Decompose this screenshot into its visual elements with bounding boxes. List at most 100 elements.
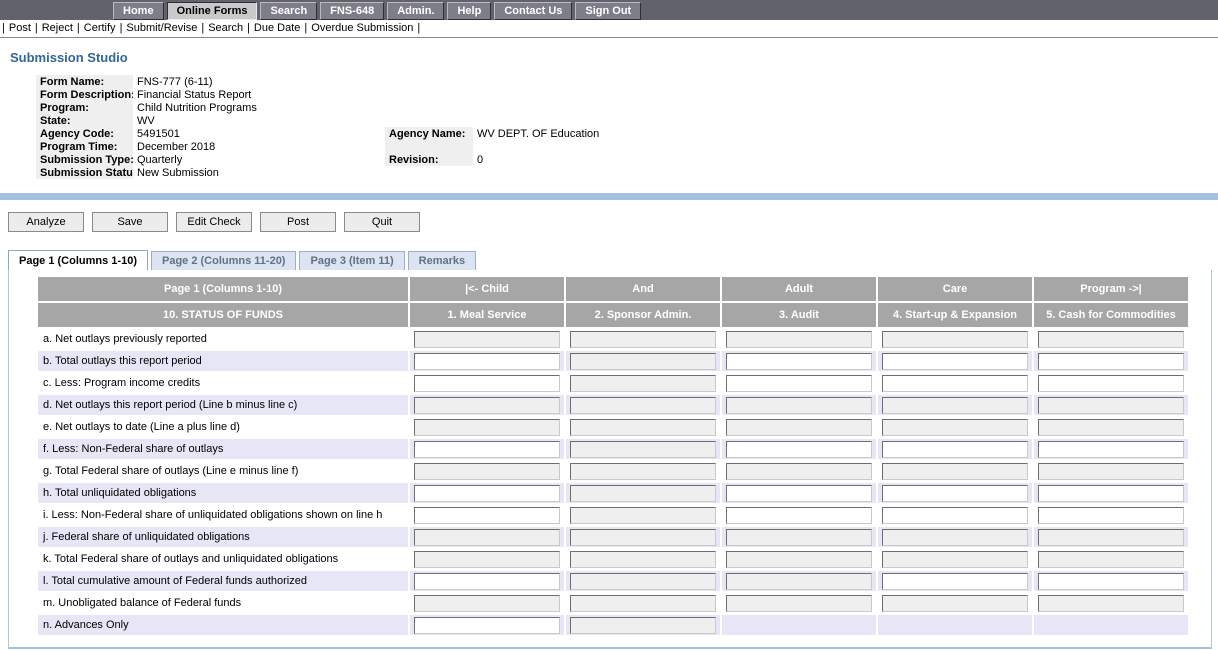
form-info-row: Program: Child Nutrition Programs [36, 101, 1210, 114]
tab-strip: Page 1 (Columns 1-10) Page 2 (Columns 11-… [8, 250, 1218, 270]
fund-input-c-col3[interactable] [726, 374, 872, 392]
grid-cell [410, 615, 564, 635]
nav-contact-us[interactable]: Contact Us [494, 2, 573, 20]
fund-input-b-col1[interactable] [414, 352, 560, 370]
grid-cell [410, 351, 564, 371]
form-info-table: Form Name: FNS-777 (6-11) Form Description… [36, 75, 1210, 179]
fund-input-m-col3 [726, 594, 872, 612]
fund-input-i-col4[interactable] [882, 506, 1028, 524]
toolbar-link-overdue-submission[interactable]: Overdue Submission [311, 22, 413, 34]
fund-input-n-col1[interactable] [414, 616, 560, 634]
nav-sign-out[interactable]: Sign Out [575, 2, 642, 20]
grid-cell [722, 593, 876, 613]
fund-input-f-col5[interactable] [1038, 440, 1184, 458]
fund-input-e-col5 [1038, 418, 1184, 436]
fund-input-f-col4[interactable] [882, 440, 1028, 458]
meta-label: Agency Code: [36, 127, 133, 140]
grid-cell [722, 461, 876, 481]
meta-label: Form Description: [36, 88, 133, 101]
grid-cell [722, 571, 876, 591]
nav-search[interactable]: Search [260, 2, 318, 20]
grid-header-cell: 4. Start-up & Expansion [878, 303, 1032, 327]
fund-input-c-col1[interactable] [414, 374, 560, 392]
page-title: Submission Studio [10, 50, 128, 65]
grid-cell [1034, 505, 1188, 525]
fund-input-k-col1 [414, 550, 560, 568]
edit-check-button[interactable]: Edit Check [176, 212, 252, 232]
meta-value-2: WV DEPT. OF Education [477, 127, 600, 140]
grid-cell [878, 461, 1032, 481]
grid-cell [566, 549, 720, 569]
fund-input-k-col2 [570, 550, 716, 568]
grid-header-cell: Page 1 (Columns 1-10) [38, 277, 408, 301]
form-info-row: Submission Type: Quarterly Revision: 0 [36, 153, 1210, 166]
fund-input-h-col4[interactable] [882, 484, 1028, 502]
fund-input-b-col2 [570, 352, 716, 370]
toolbar-link-reject[interactable]: Reject [42, 22, 73, 34]
pipe-separator: | [34, 22, 38, 34]
nav-home[interactable]: Home [113, 2, 164, 20]
nav-online-forms[interactable]: Online Forms [166, 2, 258, 20]
grid-cell [1034, 593, 1188, 613]
fund-input-b-col4[interactable] [882, 352, 1028, 370]
toolbar-link-post[interactable]: Post [9, 22, 31, 34]
fund-input-g-col5 [1038, 462, 1184, 480]
toolbar-link-submit-revise[interactable]: Submit/Revise [126, 22, 197, 34]
meta-label-2 [385, 75, 473, 88]
meta-value: FNS-777 (6-11) [137, 75, 213, 88]
fund-input-h-col3[interactable] [726, 484, 872, 502]
fund-input-i-col3[interactable] [726, 506, 872, 524]
grid-cell [1034, 351, 1188, 371]
grid-cell [410, 571, 564, 591]
fund-input-b-col5[interactable] [1038, 352, 1184, 370]
fund-input-c-col4[interactable] [882, 374, 1028, 392]
fund-input-i-col1[interactable] [414, 506, 560, 524]
fund-input-e-col3 [726, 418, 872, 436]
grid-cell [410, 395, 564, 415]
grid-cell [1034, 329, 1188, 349]
fund-input-b-col3[interactable] [726, 352, 872, 370]
quit-button[interactable]: Quit [344, 212, 420, 232]
grid-cell [566, 461, 720, 481]
pipe-separator: | [119, 22, 123, 34]
grid-cell [410, 483, 564, 503]
grid-cell [878, 527, 1032, 547]
meta-label: Form Name: [36, 75, 133, 88]
meta-label-2 [385, 140, 473, 153]
table-row: g. Total Federal share of outlays (Line … [38, 461, 1188, 481]
fund-input-l-col1[interactable] [414, 572, 560, 590]
meta-label-2: Revision: [385, 153, 473, 166]
nav-help[interactable]: Help [447, 2, 492, 20]
tab-remarks[interactable]: Remarks [407, 251, 477, 270]
fund-input-l-col4[interactable] [882, 572, 1028, 590]
meta-value-2: 0 [477, 153, 484, 166]
fund-input-f-col3[interactable] [726, 440, 872, 458]
analyze-button[interactable]: Analyze [8, 212, 84, 232]
row-label: i. Less: Non-Federal share of unliquidat… [43, 509, 383, 521]
save-button[interactable]: Save [92, 212, 168, 232]
grid-cell [1034, 395, 1188, 415]
fund-input-a-col2 [570, 330, 716, 348]
toolbar-link-search[interactable]: Search [208, 22, 243, 34]
tab-page-2-columns-11-20[interactable]: Page 2 (Columns 11-20) [150, 251, 297, 270]
grid-header-cell: 3. Audit [722, 303, 876, 327]
fund-input-h-col5[interactable] [1038, 484, 1184, 502]
meta-label: Submission Type: [36, 153, 133, 166]
fund-input-c-col5[interactable] [1038, 374, 1184, 392]
fund-input-i-col5[interactable] [1038, 506, 1184, 524]
fund-input-l-col5[interactable] [1038, 572, 1184, 590]
fund-input-h-col1[interactable] [414, 484, 560, 502]
fund-input-m-col4 [882, 594, 1028, 612]
post-button[interactable]: Post [260, 212, 336, 232]
nav-fns-648[interactable]: FNS-648 [320, 2, 385, 20]
fund-input-j-col4 [882, 528, 1028, 546]
meta-value: Financial Status Report [137, 88, 252, 101]
nav-admin[interactable]: Admin. [387, 2, 445, 20]
tab-page-1-columns-1-10[interactable]: Page 1 (Columns 1-10) [8, 250, 148, 270]
grid-cell [410, 527, 564, 547]
tab-page-3-item-11[interactable]: Page 3 (Item 11) [299, 251, 405, 270]
toolbar-link-due-date[interactable]: Due Date [254, 22, 300, 34]
fund-input-f-col1[interactable] [414, 440, 560, 458]
meta-value: Quarterly [137, 153, 183, 166]
toolbar-link-certify[interactable]: Certify [84, 22, 116, 34]
